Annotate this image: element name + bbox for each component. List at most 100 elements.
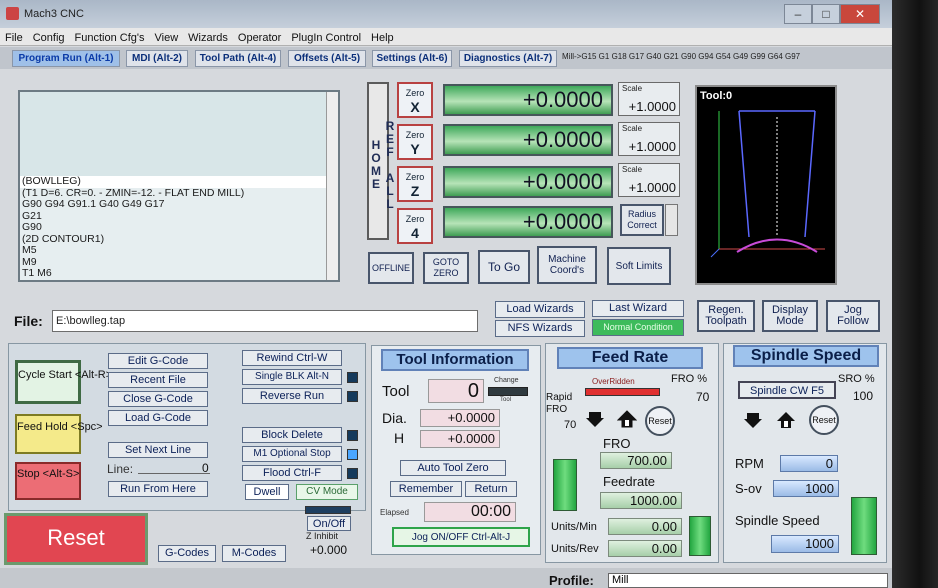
gcode-scrollbar[interactable] <box>326 92 338 280</box>
tab-tool-path[interactable]: Tool Path (Alt-4) <box>195 50 281 67</box>
rpm-label: RPM <box>735 456 764 471</box>
profile-label: Profile: <box>549 573 594 588</box>
to-go-button[interactable]: To Go <box>478 250 530 284</box>
mcodes-button[interactable]: M-Codes <box>222 545 286 562</box>
gcodes-button[interactable]: G-Codes <box>158 545 216 562</box>
line-label: Line: <box>107 462 134 476</box>
scale-x[interactable]: Scale +1.0000 <box>618 82 680 116</box>
recent-file-button[interactable]: Recent File <box>108 372 208 388</box>
sro-down-arrow-icon[interactable] <box>743 411 763 429</box>
units-rev-field: 0.00 <box>608 540 682 557</box>
cycle-start-button[interactable]: Cycle Start <Alt-R> <box>15 360 112 404</box>
spindle-speed-field[interactable]: 1000 <box>771 535 839 553</box>
sro-reset-button[interactable]: Reset <box>809 405 839 435</box>
gcode-line: (BOWLLEG) <box>20 175 338 188</box>
soft-limits-button[interactable]: Soft Limits <box>607 247 671 285</box>
flood-button[interactable]: Flood Ctrl-F <box>242 465 342 481</box>
dro-y[interactable]: +0.0000 <box>443 124 613 156</box>
close-icon[interactable]: ✕ <box>840 4 880 24</box>
machine-coords-button[interactable]: Machine Coord's <box>537 246 597 284</box>
offline-button[interactable]: OFFLINE <box>368 252 414 284</box>
nfs-wizards-button[interactable]: NFS Wizards <box>495 320 585 337</box>
goto-zero-button[interactable]: GOTO ZERO <box>423 252 469 284</box>
m1-optional-stop-button[interactable]: M1 Optional Stop <box>242 446 342 462</box>
dia-field[interactable]: +0.0000 <box>420 409 500 427</box>
spindle-slider[interactable] <box>851 497 877 555</box>
menu-plugin-control[interactable]: PlugIn Control <box>286 30 366 46</box>
tab-mdi[interactable]: MDI (Alt-2) <box>126 50 188 67</box>
menu-wizards[interactable]: Wizards <box>183 30 233 46</box>
tool-led-label: Tool <box>500 397 512 403</box>
menu-config[interactable]: Config <box>28 30 70 46</box>
zero-z-button[interactable]: Zero Z <box>397 166 433 202</box>
fro-down-arrow-icon[interactable] <box>585 410 605 428</box>
rapid-fro-value: 70 <box>564 419 577 431</box>
reverse-run-led <box>347 391 358 402</box>
dro-x[interactable]: +0.0000 <box>443 84 613 116</box>
tab-program-run[interactable]: Program Run (Alt-1) <box>12 50 120 67</box>
tab-offsets[interactable]: Offsets (Alt-5) <box>288 50 366 67</box>
close-gcode-button[interactable]: Close G-Code <box>108 391 208 407</box>
dro-z[interactable]: +0.0000 <box>443 166 613 198</box>
toolpath-display[interactable]: Tool:0 <box>695 85 837 285</box>
menu-file[interactable]: File <box>0 30 28 46</box>
single-block-button[interactable]: Single BLK Alt-N <box>242 369 342 385</box>
last-wizard-button[interactable]: Last Wizard <box>592 300 684 317</box>
app-icon <box>6 7 19 20</box>
scale-y[interactable]: Scale +1.0000 <box>618 122 680 156</box>
edit-gcode-button[interactable]: Edit G-Code <box>108 353 208 369</box>
maximize-icon[interactable]: □ <box>812 4 840 24</box>
reverse-run-button[interactable]: Reverse Run <box>242 388 342 404</box>
menu-help[interactable]: Help <box>366 30 399 46</box>
flood-led <box>347 468 358 479</box>
jog-follow-button[interactable]: Jog Follow <box>826 300 880 332</box>
tab-settings[interactable]: Settings (Alt-6) <box>372 50 452 67</box>
rewind-button[interactable]: Rewind Ctrl-W <box>242 350 342 366</box>
return-button[interactable]: Return <box>465 481 517 497</box>
spindle-cw-button[interactable]: Spindle CW F5 <box>738 381 836 399</box>
fro-slider[interactable] <box>553 459 577 511</box>
elapsed-field: 00:00 <box>424 502 516 522</box>
display-mode-button[interactable]: Display Mode <box>762 300 818 332</box>
menu-operator[interactable]: Operator <box>233 30 286 46</box>
set-next-line-button[interactable]: Set Next Line <box>108 442 208 458</box>
remember-button[interactable]: Remember <box>390 481 462 497</box>
h-field[interactable]: +0.0000 <box>420 430 500 448</box>
tool-number-field[interactable]: 0 <box>428 379 484 403</box>
fro-up-arrow-icon[interactable] <box>617 410 637 428</box>
fro-label: FRO <box>603 436 631 451</box>
zero-y-button[interactable]: Zero Y <box>397 124 433 160</box>
feed-hold-button[interactable]: Feed Hold <Spc> <box>15 414 103 454</box>
file-path-field[interactable]: E:\bowlleg.tap <box>52 310 478 332</box>
zero-x-button[interactable]: Zero X <box>397 82 433 118</box>
window-title: Mach3 CNC <box>24 8 84 20</box>
block-delete-button[interactable]: Block Delete <box>242 427 342 443</box>
tab-diagnostics[interactable]: Diagnostics (Alt-7) <box>459 50 557 67</box>
spindle-speed-label: Spindle Speed <box>735 513 820 528</box>
ref-all-home-button[interactable]: REF ALL HOME <box>367 82 397 240</box>
jog-onoff-button[interactable]: Jog ON/OFF Ctrl-Alt-J <box>392 527 530 547</box>
run-from-here-button[interactable]: Run From Here <box>108 481 208 497</box>
minimize-icon[interactable]: – <box>784 4 812 24</box>
reset-button[interactable]: Reset <box>4 513 148 565</box>
load-gcode-button[interactable]: Load G-Code <box>108 410 208 426</box>
zero-4-button[interactable]: Zero 4 <box>397 208 433 244</box>
feedrate-field[interactable]: 1000.00 <box>600 492 682 509</box>
load-wizards-button[interactable]: Load Wizards <box>495 301 585 318</box>
gcode-window[interactable]: (BOWLLEG) (T1 D=6. CR=0. - ZMIN=-12. - F… <box>18 90 340 282</box>
fro-reset-button[interactable]: Reset <box>645 406 675 436</box>
units-min-field: 0.00 <box>608 518 682 535</box>
stop-button[interactable]: Stop <Alt-S> <box>15 462 81 500</box>
radius-correct-button[interactable]: Radius Correct <box>620 204 664 236</box>
menu-view[interactable]: View <box>150 30 184 46</box>
feedrate-slider[interactable] <box>689 516 711 556</box>
sro-up-arrow-icon[interactable] <box>776 411 796 429</box>
auto-tool-zero-button[interactable]: Auto Tool Zero <box>400 460 506 476</box>
menu-function-cfgs[interactable]: Function Cfg's <box>70 30 150 46</box>
z-inhibit-value[interactable]: +0.000 <box>310 543 347 557</box>
regen-toolpath-button[interactable]: Regen. Toolpath <box>697 300 755 332</box>
z-inhibit-onoff-button[interactable]: On/Off <box>307 516 351 531</box>
zero-label: Zero <box>405 130 425 140</box>
dro-4[interactable]: +0.0000 <box>443 206 613 238</box>
scale-z[interactable]: Scale +1.0000 <box>618 163 680 197</box>
